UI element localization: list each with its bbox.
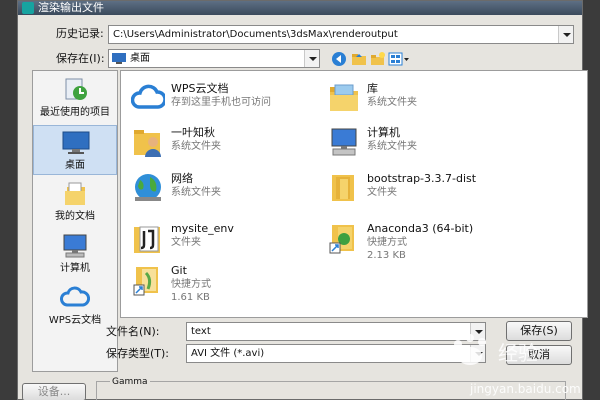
place-label: 最近使用的项目 [40,107,110,118]
file-name: WPS云文档 [171,82,229,95]
watermark-text: jingyan.baidu.com [470,382,581,396]
file-item[interactable]: Anaconda3 (64-bit) 快捷方式 2.13 KB [319,219,519,263]
file-subtitle: 存到这里手机也可访问 [171,97,271,108]
folder-icon [332,175,354,201]
history-combo[interactable]: C:\Users\Administrator\Documents\3dsMax\… [108,25,574,44]
gamma-label: Gamma [110,377,150,387]
filename-label: 文件名(N): [106,325,160,338]
file-item[interactable]: 网络 系统文件夹 [123,169,323,213]
place-documents[interactable]: 我的文档 [33,177,117,227]
file-name: Anaconda3 (64-bit) [367,222,474,235]
file-name: mysite_env [171,222,234,235]
documents-icon [65,182,85,205]
place-desktop[interactable]: 桌面 [33,125,117,175]
file-name: 网络 [171,172,193,185]
save-in-label: 保存在(I): [56,52,105,65]
place-label: 我的文档 [55,211,95,222]
desktop-icon [62,131,90,154]
place-label: WPS云文档 [48,315,102,326]
baidu-watermark-logo: 经验 [454,334,538,365]
title-bar: 渲染输出文件 [18,1,582,15]
place-wps-cloud[interactable]: WPS云文档 [33,281,117,331]
file-item[interactable]: 计算机 系统文件夹 [319,123,519,167]
file-item[interactable]: 库 系统文件夹 [319,79,519,123]
setup-button[interactable]: 设备... [22,383,86,400]
view-menu-icon[interactable] [388,51,410,67]
file-size: 2.13 KB [367,250,406,261]
library-folder-icon [330,84,358,111]
shortcut-icon [329,225,354,254]
file-name: 计算机 [367,126,400,139]
file-item[interactable]: mysite_env 文件夹 [123,219,323,263]
file-item[interactable]: WPS云文档 存到这里手机也可访问 [123,79,323,123]
file-subtitle: 系统文件夹 [171,141,221,152]
file-list-view: WPS云文档 存到这里手机也可访问 库 系统文件夹 一叶知秋 系统文件夹 计算机… [120,70,588,318]
place-recent-items[interactable]: 最近使用的项目 [33,73,117,123]
file-name: Git [171,264,187,277]
file-subtitle: 系统文件夹 [171,187,221,198]
recent-items-icon [65,78,87,100]
filename-input[interactable]: text [186,322,486,341]
filetype-select[interactable]: AVI 文件 (*.avi) [186,344,486,363]
filename-value: text [191,326,211,337]
file-subtitle: 快捷方式 [367,237,407,248]
save-in-value: 桌面 [130,53,150,64]
computer-icon [331,128,357,156]
file-subtitle: 系统文件夹 [367,97,417,108]
desktop-icon [112,53,126,64]
file-name: bootstrap-3.3.7-dist [367,172,477,185]
place-computer[interactable]: 计算机 [33,229,117,279]
file-item[interactable]: Git 快捷方式 1.61 KB [123,261,323,305]
window-title: 渲染输出文件 [38,1,104,14]
history-value: C:\Users\Administrator\Documents\3dsMax\… [113,29,398,40]
file-subtitle: 系统文件夹 [367,141,417,152]
file-item[interactable]: 一叶知秋 系统文件夹 [123,123,323,167]
history-label: 历史记录: [56,27,104,40]
chevron-down-icon[interactable] [558,26,573,43]
save-in-combo[interactable]: 桌面 [108,49,320,68]
place-label: 桌面 [65,160,85,171]
user-folder-icon [134,130,161,157]
shortcut-icon [133,267,158,296]
file-subtitle: 文件夹 [171,237,201,248]
chevron-down-icon[interactable] [304,50,319,67]
file-subtitle: 快捷方式 [171,279,211,290]
back-icon[interactable] [331,51,347,67]
new-folder-icon[interactable] [370,51,386,67]
filetype-label: 保存类型(T): [106,347,170,360]
file-size: 1.61 KB [171,292,210,303]
file-subtitle: 文件夹 [367,187,397,198]
folder-icon [134,226,160,253]
up-folder-icon[interactable] [351,51,367,67]
network-globe-icon [135,174,161,201]
filetype-value: AVI 文件 (*.avi) [191,348,265,359]
cloud-icon [131,84,165,109]
file-name: 一叶知秋 [171,126,215,139]
cloud-icon [60,286,90,307]
place-label: 计算机 [60,263,90,274]
app-icon [22,2,34,14]
computer-icon [63,234,87,258]
file-item[interactable]: bootstrap-3.3.7-dist 文件夹 [319,169,519,213]
svg-text:经验: 经验 [498,341,538,365]
file-name: 库 [367,82,378,95]
